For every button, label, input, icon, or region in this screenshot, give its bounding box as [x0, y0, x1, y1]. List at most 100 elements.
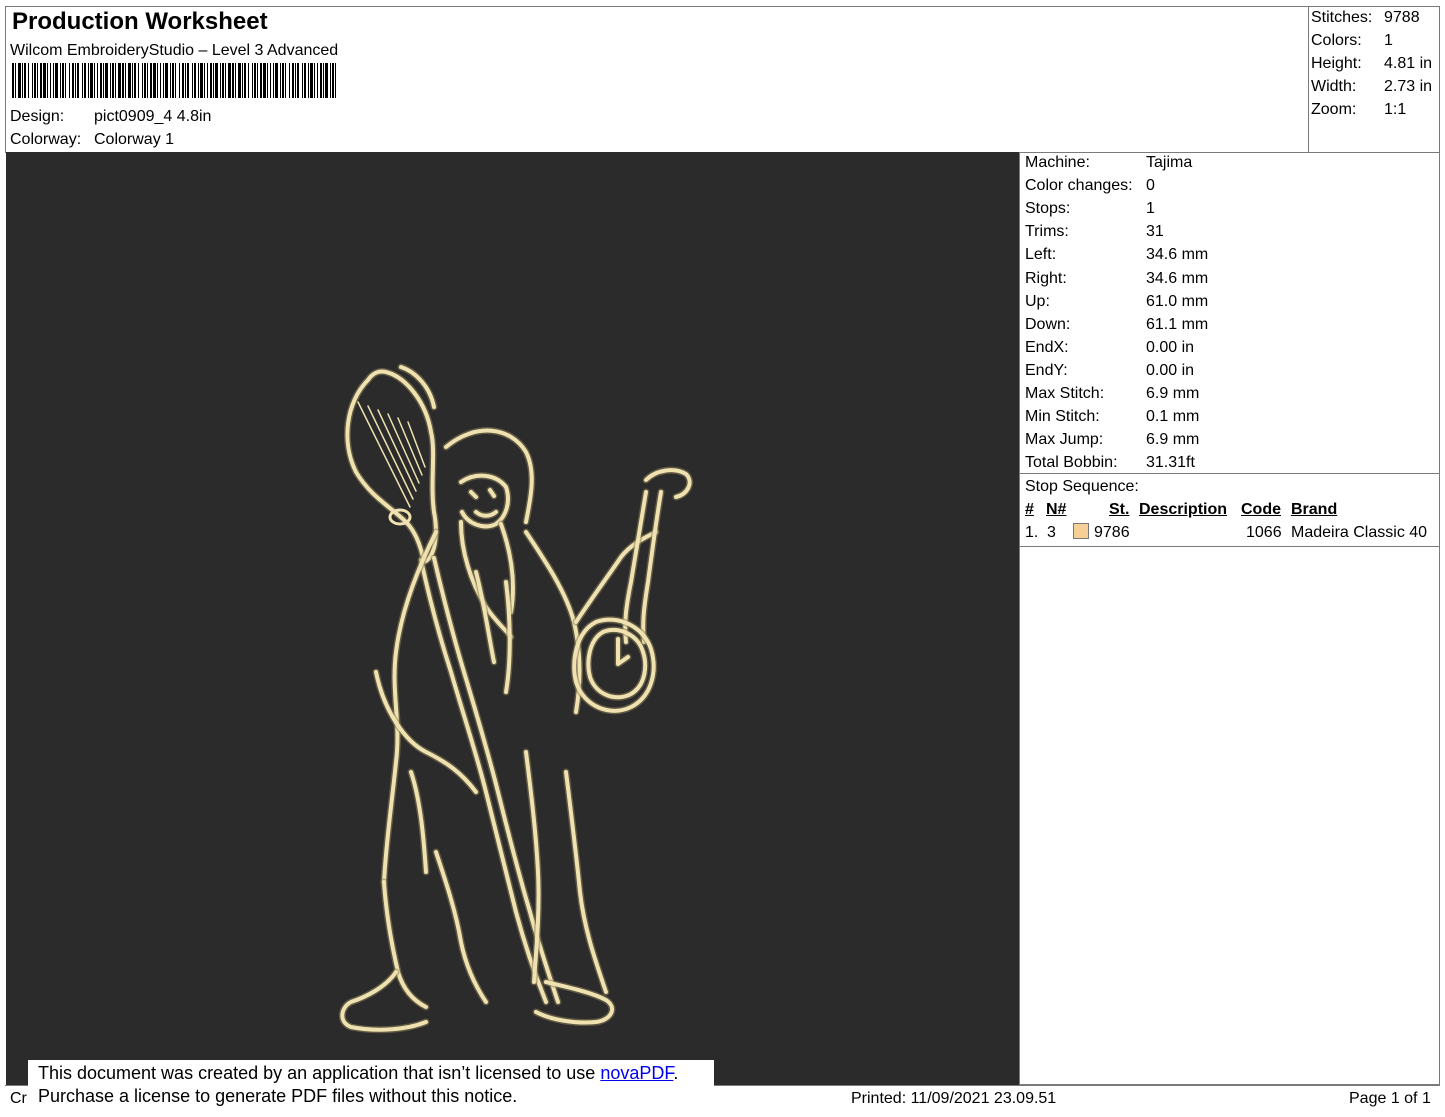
novapdf-link[interactable]: novaPDF — [600, 1063, 673, 1083]
thread-shadow — [343, 368, 440, 566]
detail-label: Stops: — [1025, 200, 1071, 218]
detail-value: 0.1 mm — [1146, 408, 1200, 426]
barcode-bar — [185, 63, 186, 98]
barcode-bar — [153, 63, 156, 98]
barcode-bar — [213, 63, 214, 98]
barcode-bar — [72, 63, 74, 98]
barcode-bar — [118, 63, 121, 98]
barcode-bar — [282, 63, 284, 98]
barcode-bar — [84, 63, 86, 98]
license-notice: This document was created by an applicat… — [28, 1060, 714, 1112]
barcode-bar — [43, 63, 46, 98]
notice-text: This document was created by an applicat… — [38, 1063, 601, 1083]
detail-value: Tajima — [1146, 154, 1193, 171]
barcode-bar — [24, 63, 26, 98]
summary-width-value: 2.73 in — [1384, 78, 1433, 95]
summary-colors-label: Colors: — [1311, 32, 1362, 49]
barcode-bar — [134, 63, 136, 98]
printed-date: Printed: 11/09/2021 23.09.51 — [851, 1090, 1057, 1107]
barcode-bar — [204, 63, 205, 98]
barcode-bar — [163, 63, 164, 98]
page-number: Page 1 of 1 — [1349, 1090, 1431, 1107]
barcode-bar — [122, 63, 124, 98]
stop-sequence-title: Stop Sequence: — [1025, 478, 1139, 495]
summary-width-label: Width: — [1311, 78, 1357, 95]
col-num: # — [1025, 501, 1034, 518]
row-brand: Madeira Classic 40 — [1291, 524, 1428, 541]
barcode-bar — [248, 63, 249, 98]
col-description: Description — [1139, 501, 1228, 518]
barcode-bar — [273, 63, 274, 98]
barcode-bar — [40, 63, 42, 98]
barcode-bar — [12, 63, 14, 98]
col-code: Code — [1241, 501, 1281, 518]
barcode-bar — [263, 63, 266, 98]
col-brand: Brand — [1291, 501, 1338, 518]
detail-value: 31.31ft — [1146, 454, 1195, 472]
barcode-bar — [314, 63, 315, 98]
barcode-bar — [220, 63, 221, 98]
details-divider — [1020, 473, 1439, 474]
barcode-bar — [82, 63, 83, 98]
colorway-value: Colorway 1 — [94, 131, 175, 148]
detail-label: Min Stitch: — [1025, 408, 1100, 426]
barcode-bar — [297, 63, 299, 98]
detail-value: 0.00 in — [1146, 361, 1195, 379]
barcode-bar — [302, 63, 303, 98]
barcode-bar — [75, 63, 76, 98]
colorway-label: Colorway: — [10, 131, 82, 148]
barcode-bar — [150, 63, 152, 98]
thread-stitch — [644, 468, 692, 499]
barcode-bar — [172, 63, 174, 98]
barcode-bar — [62, 63, 64, 98]
software-subtitle: Wilcom EmbroideryStudio – Level 3 Advanc… — [10, 42, 339, 59]
barcode-bar — [295, 63, 296, 98]
summary-height-value: 4.81 in — [1384, 55, 1433, 72]
barcode-bar — [192, 63, 193, 98]
barcode-bar — [280, 63, 281, 98]
barcode-bar — [47, 63, 48, 98]
barcode-bar — [112, 63, 114, 98]
barcode-bar — [198, 63, 199, 98]
barcode-bar — [252, 63, 253, 98]
barcode-bar — [289, 63, 290, 98]
page-title: Production Worksheet — [12, 8, 268, 35]
barcode-bar — [235, 63, 236, 98]
detail-value: 6.9 mm — [1146, 385, 1200, 402]
barcode-bar — [132, 63, 133, 98]
barcode-bar — [15, 63, 16, 98]
barcode-bar — [69, 63, 70, 98]
barcode-bar — [267, 63, 268, 98]
detail-label: EndX: — [1025, 338, 1069, 356]
barcode-bar — [55, 63, 58, 98]
details-list: Machine: Tajima Color changes: 0 Stops: 1 Trim… — [1021, 151, 1439, 481]
row-needle: 3 — [1047, 524, 1056, 541]
barcode-bar — [210, 63, 212, 98]
barcode-bar — [53, 63, 54, 98]
barcode-bar — [225, 63, 226, 98]
barcode-bar — [187, 63, 189, 98]
barcode-bar — [60, 63, 61, 98]
color-swatch — [1073, 523, 1089, 539]
notice-line-2: Purchase a license to generate PDF files… — [38, 1086, 518, 1106]
barcode-bar — [207, 63, 208, 98]
barcode-bar — [90, 63, 93, 98]
barcode-bar — [100, 63, 102, 98]
barcode-bar — [310, 63, 313, 98]
barcode-bar — [330, 63, 331, 98]
detail-label: Machine: — [1025, 154, 1090, 171]
row-num: 1. — [1025, 524, 1039, 541]
barcode-bar — [175, 63, 176, 98]
barcode-bar — [244, 63, 246, 98]
detail-label: Max Jump: — [1025, 431, 1104, 449]
detail-value: 6.9 mm — [1146, 431, 1200, 449]
detail-value: 34.6 mm — [1146, 246, 1209, 264]
footer-left-text: Cr — [10, 1090, 27, 1107]
detail-label: Max Stitch: — [1025, 385, 1105, 402]
barcode-bar — [105, 63, 108, 98]
notice-line-1: This document was created by an applicat… — [38, 1062, 714, 1085]
summary-zoom-value: 1:1 — [1384, 101, 1407, 118]
summary-stitches-label: Stitches: — [1311, 9, 1373, 26]
barcode-bar — [157, 63, 158, 98]
barcode-bar — [103, 63, 104, 98]
